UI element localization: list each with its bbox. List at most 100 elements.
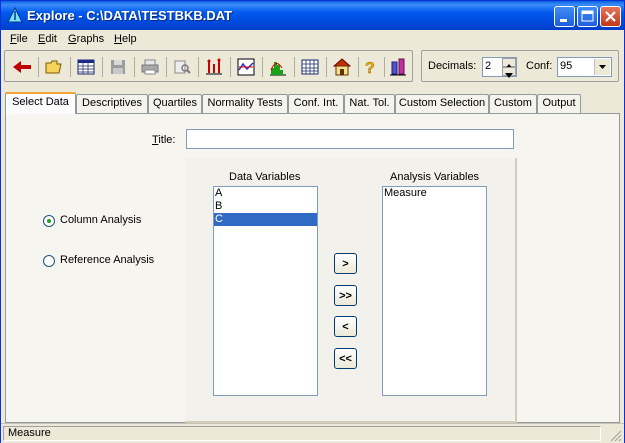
tab-conf-int[interactable]: Conf. Int. [288, 94, 344, 113]
menu-edit[interactable]: Edit [38, 33, 57, 45]
list-item-selected[interactable]: C [214, 213, 317, 226]
title-input[interactable] [186, 129, 514, 149]
conf-select[interactable]: 95 [557, 57, 612, 77]
conf-dropdown-button[interactable] [594, 59, 610, 75]
print-icon [141, 59, 159, 75]
window-title: Explore - C:\DATA\TESTBKB.DAT [27, 8, 233, 23]
menu-file-label: ile [16, 33, 28, 45]
add-button[interactable]: > [334, 253, 357, 274]
reference-analysis-radio[interactable] [43, 255, 55, 267]
decimals-up-button[interactable] [502, 58, 516, 69]
spreadsheet-icon [77, 59, 95, 75]
boxplot-button[interactable] [387, 56, 409, 78]
save-button[interactable] [107, 56, 129, 78]
menu-help-label: elp [121, 33, 137, 45]
menu-graphs-key: G [68, 33, 77, 45]
add-all-button[interactable]: >> [334, 285, 357, 306]
reference-analysis-label: Reference Analysis [60, 254, 155, 266]
toolbar-separator [294, 57, 295, 77]
tab-descriptives[interactable]: Descriptives [76, 94, 148, 113]
menu-help[interactable]: Help [114, 33, 137, 45]
menu-file[interactable]: File [10, 33, 28, 45]
data-variables-label: Data Variables [229, 171, 301, 183]
back-button[interactable] [11, 56, 33, 78]
title-bar[interactable]: Explore - C:\DATA\TESTBKB.DAT [1, 1, 624, 30]
chevron-down-icon [599, 65, 606, 69]
table-grid-button[interactable] [299, 56, 321, 78]
toolbar-separator [102, 57, 103, 77]
table-grid-icon [301, 59, 319, 75]
toolbar-separator [38, 57, 39, 77]
column-analysis-radio[interactable] [43, 215, 55, 227]
toolbar-separator [384, 57, 385, 77]
list-item[interactable]: A [214, 187, 317, 200]
arrow-down-icon [505, 73, 513, 78]
minimize-button[interactable] [554, 6, 575, 27]
column-analysis-label: Column Analysis [60, 214, 142, 226]
print-preview-icon [174, 60, 191, 74]
menu-edit-label: dit [45, 33, 57, 45]
minimize-icon [560, 19, 567, 22]
save-disk-icon [111, 60, 125, 74]
home-button[interactable] [331, 56, 353, 78]
main-window: Explore - C:\DATA\TESTBKB.DAT File Edit … [0, 0, 625, 443]
decimals-value: 2 [485, 60, 492, 72]
toolbar-separator [326, 57, 327, 77]
histogram-icon [270, 62, 286, 76]
print-button[interactable] [139, 56, 161, 78]
analysis-variables-list[interactable]: Measure [382, 186, 487, 396]
tab-output[interactable]: Output [537, 94, 581, 113]
open-folder-icon [45, 60, 62, 74]
conf-value: 95 [560, 60, 573, 72]
tab-custom-selection[interactable]: Custom Selection [395, 94, 489, 113]
home-icon [333, 58, 351, 76]
tab-custom[interactable]: Custom [489, 94, 537, 113]
close-icon [605, 11, 616, 22]
help-question-icon: ? [365, 60, 375, 76]
app-logo-icon [7, 7, 23, 23]
tab-normality-tests[interactable]: Normality Tests [202, 94, 288, 113]
toolbar-separator [198, 57, 199, 77]
select-data-panel: Title: Column Analysis Reference Analysi… [5, 113, 620, 423]
line-graph-button[interactable] [235, 56, 257, 78]
data-variables-list[interactable]: A B C [213, 186, 318, 396]
title-label: Title: [152, 134, 176, 146]
decimals-label: Decimals: [428, 60, 477, 72]
radio-selected-dot [47, 219, 51, 223]
tab-quartiles[interactable]: Quartiles [148, 94, 202, 113]
remove-button[interactable]: < [334, 316, 357, 337]
toolbar-separator [166, 57, 167, 77]
help-button[interactable]: ? [359, 56, 381, 78]
maximize-icon [581, 10, 594, 22]
list-item[interactable]: Measure [383, 187, 486, 200]
decimals-spinner[interactable]: 2 [482, 57, 517, 78]
spreadsheet-button[interactable] [75, 56, 97, 78]
open-button[interactable] [43, 56, 65, 78]
print-preview-button[interactable] [171, 56, 193, 78]
resize-grip-icon[interactable] [610, 430, 622, 442]
toolbar-separator [134, 57, 135, 77]
maximize-button[interactable] [577, 6, 598, 27]
tab-select-data[interactable]: Select Data [5, 92, 76, 114]
toolbar: ? [4, 50, 413, 82]
decimals-down-button[interactable] [502, 67, 516, 78]
list-item[interactable]: B [214, 200, 317, 213]
menu-bar: File Edit Graphs Help [1, 31, 624, 49]
line-graph-icon [237, 58, 255, 76]
conf-label: Conf: [526, 60, 553, 72]
analysis-variables-label: Analysis Variables [390, 171, 480, 183]
remove-all-button[interactable]: << [334, 348, 357, 369]
back-arrow-icon [13, 61, 31, 73]
toolbar-separator [70, 57, 71, 77]
dot-plot-icon [206, 58, 222, 75]
menu-help-key: H [114, 33, 122, 45]
histogram-button[interactable] [267, 56, 289, 78]
menu-graphs-label: raphs [76, 33, 105, 45]
close-button[interactable] [600, 6, 621, 27]
tab-nat-tol[interactable]: Nat. Tol. [344, 94, 395, 113]
svg-text:?: ? [365, 60, 375, 76]
toolbar-separator [262, 57, 263, 77]
dot-plot-button[interactable] [203, 56, 225, 78]
options-bar: Decimals: 2 Conf: 95 [421, 50, 619, 82]
menu-graphs[interactable]: Graphs [68, 33, 104, 45]
